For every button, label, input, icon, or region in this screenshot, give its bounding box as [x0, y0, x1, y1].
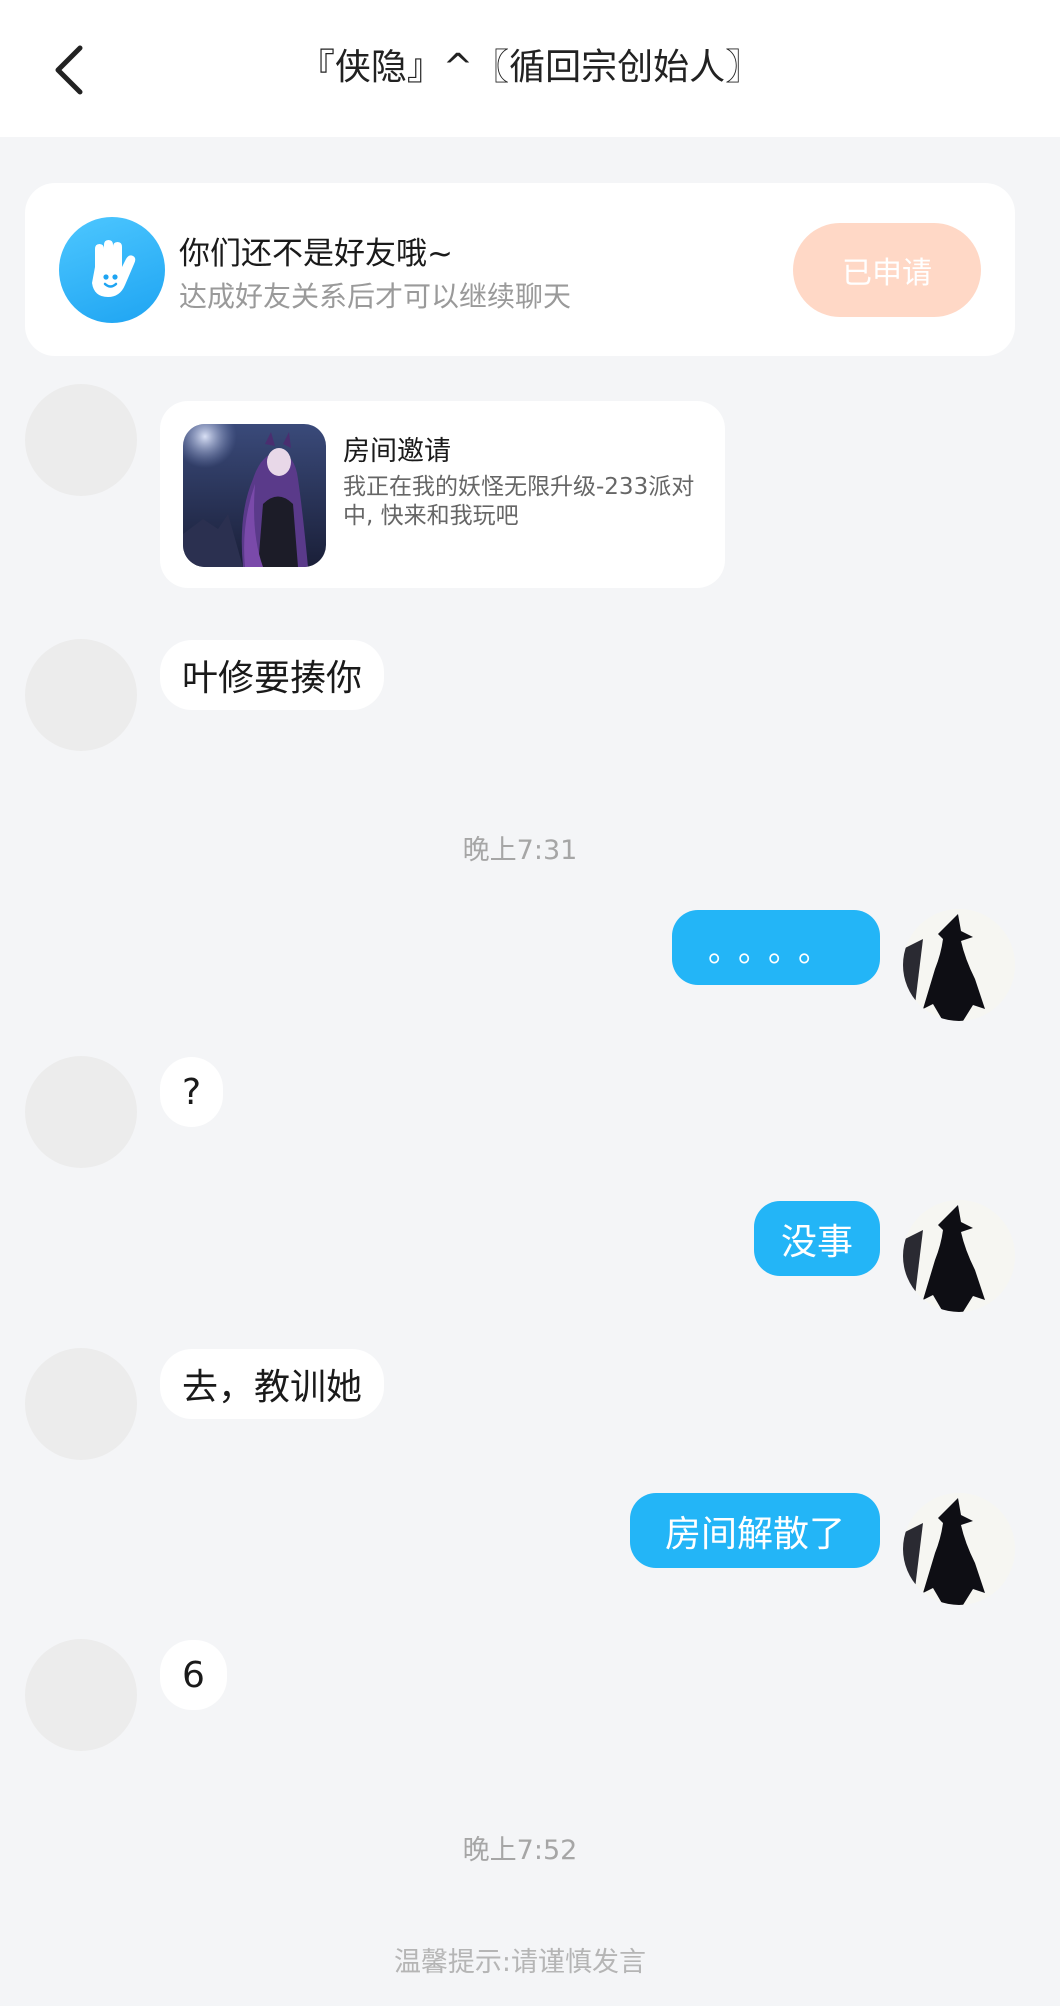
silhouette-avatar-image [903, 1493, 1015, 1605]
avatar[interactable] [25, 1056, 137, 1168]
wave-hand-icon [59, 217, 165, 323]
notice-subtitle: 达成好友关系后才可以继续聊天 [179, 280, 572, 313]
silhouette-avatar-image [903, 1200, 1015, 1312]
applied-button[interactable]: 已申请 [793, 223, 981, 317]
message-bubble[interactable]: 没事 [754, 1201, 880, 1276]
message-bubble[interactable]: 叶修要揍你 [160, 640, 385, 710]
message-bubble[interactable]: 去，教训她 [160, 1349, 385, 1419]
timestamp: 晚上7:52 [462, 1835, 578, 1866]
notice-title: 你们还不是好友哦~ [179, 236, 453, 272]
avatar[interactable] [903, 909, 1015, 1021]
timestamp: 晚上7:31 [462, 835, 578, 866]
avatar[interactable] [903, 1200, 1015, 1312]
avatar[interactable] [25, 384, 137, 496]
back-button[interactable] [44, 40, 94, 100]
message-text: 。。。。 [707, 930, 844, 969]
message-bubble[interactable]: 房间解散了 [630, 1493, 880, 1568]
room-invite-card[interactable]: 房间邀请 我正在我的妖怪无限升级-233派对中, 快来和我玩吧 [160, 401, 725, 588]
message-bubble[interactable]: ? [160, 1057, 224, 1127]
invite-thumbnail [183, 424, 326, 567]
invite-title: 房间邀请 [343, 436, 451, 467]
message-bubble[interactable]: 。。。。 [672, 910, 880, 985]
avatar[interactable] [25, 1639, 137, 1751]
message-bubble[interactable]: 6 [160, 1640, 227, 1710]
not-friend-notice: 你们还不是好友哦~ 达成好友关系后才可以继续聊天 已申请 [25, 183, 1015, 356]
avatar[interactable] [25, 639, 137, 751]
footer-tip: 温馨提示:请谨慎发言 [393, 1947, 647, 1978]
chat-title: 『侠隐』^〖循回宗创始人〗 [298, 47, 762, 88]
invite-description: 我正在我的妖怪无限升级-233派对中, 快来和我玩吧 [343, 474, 695, 529]
chevron-left-icon [55, 45, 83, 95]
top-bar: 『侠隐』^〖循回宗创始人〗 [0, 0, 1060, 137]
avatar[interactable] [25, 1348, 137, 1460]
silhouette-avatar-image [903, 909, 1015, 1021]
avatar[interactable] [903, 1493, 1015, 1605]
